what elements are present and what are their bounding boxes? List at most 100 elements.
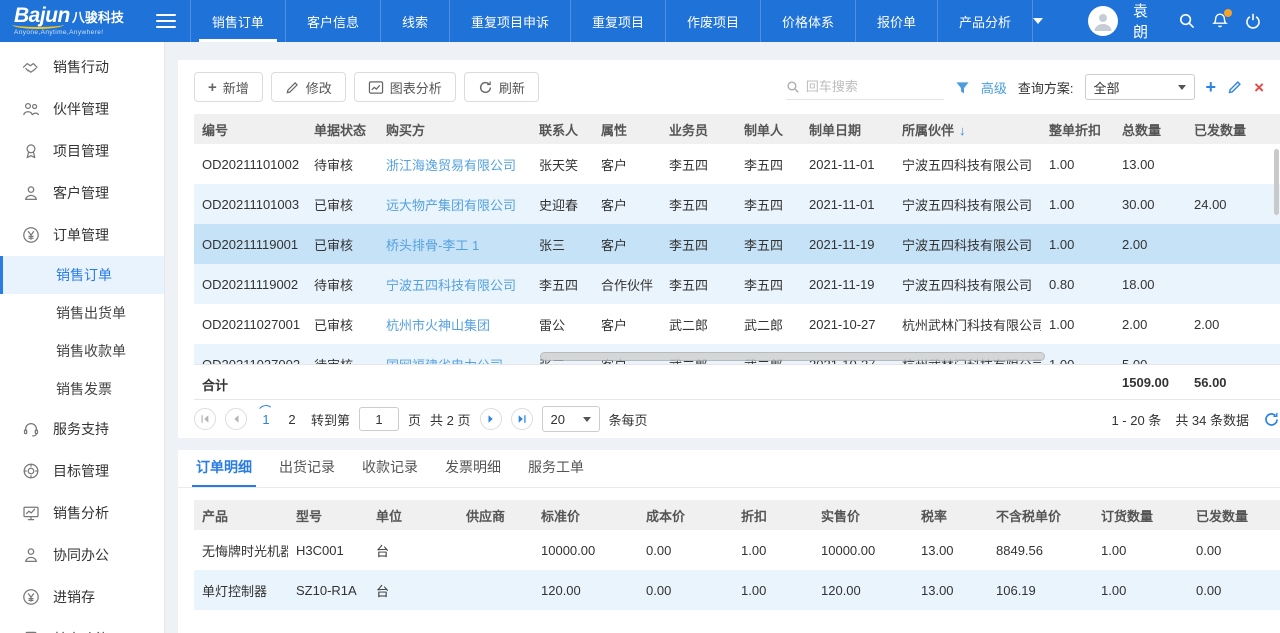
sidebar-item[interactable]: 服务支持 xyxy=(0,408,164,450)
nav-tab[interactable]: 作废项目 xyxy=(666,0,761,42)
menu-toggle-icon[interactable] xyxy=(156,14,176,28)
column-header[interactable]: 实售价 xyxy=(813,500,913,530)
column-header[interactable]: 型号 xyxy=(288,500,368,530)
chart-analysis-button[interactable]: 图表分析 xyxy=(354,72,456,102)
nav-tab[interactable]: 报价单 xyxy=(856,0,938,42)
cell: 2.00 xyxy=(1186,304,1280,344)
vertical-scrollbar[interactable] xyxy=(1274,149,1279,215)
scheme-select[interactable]: 全部 xyxy=(1085,74,1195,100)
buyer-link[interactable]: 杭州市火神山集团 xyxy=(386,318,490,333)
advanced-link[interactable]: 高级 xyxy=(981,78,1007,97)
nav-tab[interactable]: 销售订单 xyxy=(190,0,286,42)
sidebar-item[interactable]: 进销存 xyxy=(0,576,164,618)
page-number[interactable]: 2 xyxy=(282,412,302,427)
goto-page-input[interactable] xyxy=(359,407,399,431)
nav-tab[interactable]: 价格体系 xyxy=(761,0,856,42)
first-page-button[interactable] xyxy=(194,408,216,430)
table-row[interactable]: 单灯控制器SZ10-R1A台120.000.001.00120.0013.001… xyxy=(194,570,1280,610)
filter-funnel-icon[interactable] xyxy=(955,80,970,95)
sidebar-subitem[interactable]: 销售出货单 xyxy=(0,294,164,332)
sidebar-item[interactable]: 伙伴管理 xyxy=(0,88,164,130)
column-header[interactable]: 制单人 xyxy=(736,114,801,144)
sidebar-subitem[interactable]: 销售发票 xyxy=(0,370,164,408)
nav-tab[interactable]: 线索 xyxy=(381,0,450,42)
last-page-button[interactable] xyxy=(511,408,533,430)
avatar[interactable] xyxy=(1088,6,1118,36)
buyer-link[interactable]: 宁波五四科技有限公司 xyxy=(386,278,516,293)
horizontal-scrollbar[interactable] xyxy=(540,352,1045,361)
notifications-bell-icon[interactable] xyxy=(1211,12,1229,30)
nav-tab[interactable]: 客户信息 xyxy=(286,0,381,42)
search-icon[interactable] xyxy=(1178,12,1196,30)
nav-tab[interactable]: 重复项目申诉 xyxy=(450,0,571,42)
sidebar-item[interactable]: 项目管理 xyxy=(0,130,164,172)
buyer-link[interactable]: 浙江海逸贸易有限公司 xyxy=(386,158,516,173)
nav-tab[interactable]: 重复项目 xyxy=(571,0,666,42)
reload-icon[interactable] xyxy=(1263,411,1280,428)
pagination-bar: 12 转到第 页 共 2 页 20 条每页 1 - 20 条 共 34 条数据 xyxy=(194,400,1280,438)
app-logo[interactable]: Bajun 八骏科技 Anyone,Anytime,Anywhere! xyxy=(0,5,152,37)
column-header[interactable]: 整单折扣 xyxy=(1041,114,1114,144)
column-header[interactable]: 税率 xyxy=(913,500,988,530)
nav-tab[interactable]: 产品分析 xyxy=(938,0,1033,42)
sidebar-item[interactable]: 销售分析 xyxy=(0,492,164,534)
sidebar-subitem[interactable]: 销售订单 xyxy=(0,256,164,294)
buyer-link[interactable]: 桥头排骨-李工 1 xyxy=(386,238,479,253)
detail-tab[interactable]: 发票明细 xyxy=(445,457,501,487)
column-header[interactable]: 已发数量 xyxy=(1188,500,1280,530)
column-header[interactable]: 单据状态 xyxy=(306,114,378,144)
table-row[interactable]: OD20211119002待审核宁波五四科技有限公司李五四合作伙伴李五四李五四2… xyxy=(194,264,1280,304)
sidebar-item-label: 销售行动 xyxy=(53,57,109,77)
next-page-button[interactable] xyxy=(480,408,502,430)
column-header[interactable]: 联系人 xyxy=(531,114,593,144)
logout-power-icon[interactable] xyxy=(1244,12,1262,30)
table-row[interactable]: OD20211101003已审核远大物产集团有限公司史迎春客户李五四李五四202… xyxy=(194,184,1280,224)
add-button[interactable]: + 新增 xyxy=(194,72,263,102)
more-tabs-caret-icon[interactable] xyxy=(1033,18,1043,24)
detail-tab[interactable]: 出货记录 xyxy=(279,457,335,487)
table-row[interactable]: OD20211101002待审核浙江海逸贸易有限公司张天笑客户李五四李五四202… xyxy=(194,144,1280,184)
column-header[interactable]: 产品 xyxy=(194,500,288,530)
column-header[interactable]: 单位 xyxy=(368,500,458,530)
column-header[interactable]: 标准价 xyxy=(533,500,638,530)
table-row[interactable]: OD20211119001已审核桥头排骨-李工 1张三客户李五四李五四2021-… xyxy=(194,224,1280,264)
sidebar-item[interactable]: 目标管理 xyxy=(0,450,164,492)
delete-scheme-icon[interactable]: × xyxy=(1254,79,1264,96)
refresh-button[interactable]: 刷新 xyxy=(464,72,539,102)
column-header[interactable]: 不含税单价 xyxy=(988,500,1093,530)
column-header[interactable]: 属性 xyxy=(593,114,661,144)
search-input[interactable] xyxy=(806,79,931,94)
column-header[interactable]: 成本价 xyxy=(638,500,733,530)
prev-page-button[interactable] xyxy=(225,408,247,430)
sidebar-item[interactable]: 客户管理 xyxy=(0,172,164,214)
column-header[interactable]: 购买方 xyxy=(378,114,531,144)
cell: 宁波五四科技有限公司 xyxy=(894,264,1041,304)
column-header[interactable]: 已发数量 xyxy=(1186,114,1280,144)
detail-tab[interactable]: 服务工单 xyxy=(528,457,584,487)
column-header[interactable]: 订货数量 xyxy=(1093,500,1188,530)
column-header[interactable]: 制单日期 xyxy=(801,114,894,144)
column-header[interactable]: 总数量 xyxy=(1114,114,1186,144)
cell: 1.00 xyxy=(1041,184,1114,224)
page-number[interactable]: 1 xyxy=(256,412,276,427)
detail-tab[interactable]: 收款记录 xyxy=(362,457,418,487)
sidebar-item[interactable]: 销售行动 xyxy=(0,46,164,88)
sidebar-item[interactable]: 订单管理 xyxy=(0,214,164,256)
table-row[interactable]: 无悔牌时光机器H3C001台10000.000.001.0010000.0013… xyxy=(194,530,1280,570)
sidebar-subitem[interactable]: 销售收款单 xyxy=(0,332,164,370)
sidebar-item[interactable]: 基本功能 xyxy=(0,618,164,633)
column-header[interactable]: 折扣 xyxy=(733,500,813,530)
edit-scheme-pencil-icon[interactable] xyxy=(1227,79,1243,95)
column-header[interactable]: 供应商 xyxy=(458,500,533,530)
add-scheme-icon[interactable]: + xyxy=(1206,78,1217,96)
column-header[interactable]: 所属伙伴↓ xyxy=(894,114,1041,144)
detail-tab[interactable]: 订单明细 xyxy=(196,457,252,487)
page-size-select[interactable]: 20 xyxy=(542,406,600,432)
user-name[interactable]: 袁朗 xyxy=(1133,0,1163,42)
column-header[interactable]: 编号 xyxy=(194,114,306,144)
table-row[interactable]: OD20211027001已审核杭州市火神山集团雷公客户武二郎武二郎2021-1… xyxy=(194,304,1280,344)
buyer-link[interactable]: 远大物产集团有限公司 xyxy=(386,198,516,213)
column-header[interactable]: 业务员 xyxy=(661,114,736,144)
sidebar-item[interactable]: 协同办公 xyxy=(0,534,164,576)
edit-button[interactable]: 修改 xyxy=(271,72,346,102)
